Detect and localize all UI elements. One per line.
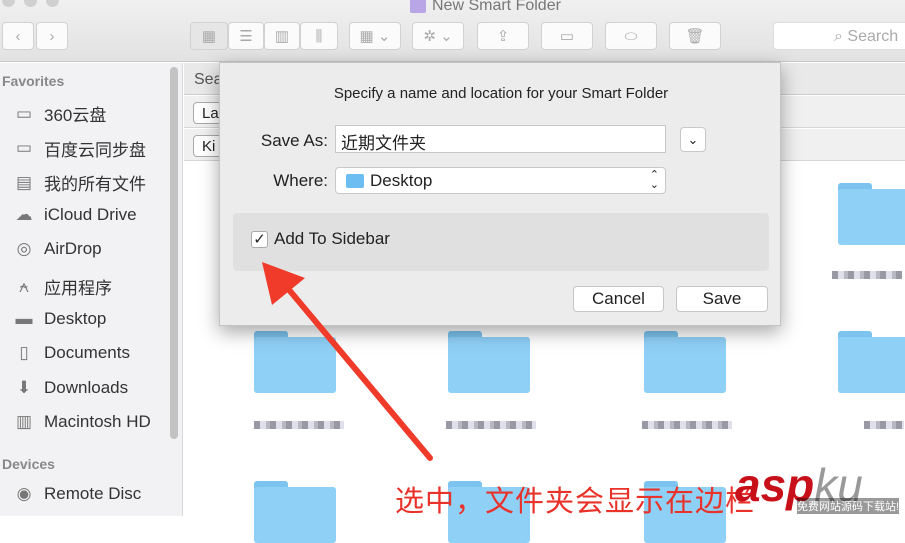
annotation-text: 选中，文件夹会显示在边栏	[395, 486, 756, 518]
annotation-arrow	[262, 262, 433, 461]
watermark-subtitle: 免费网站源码下载站!	[797, 498, 900, 514]
